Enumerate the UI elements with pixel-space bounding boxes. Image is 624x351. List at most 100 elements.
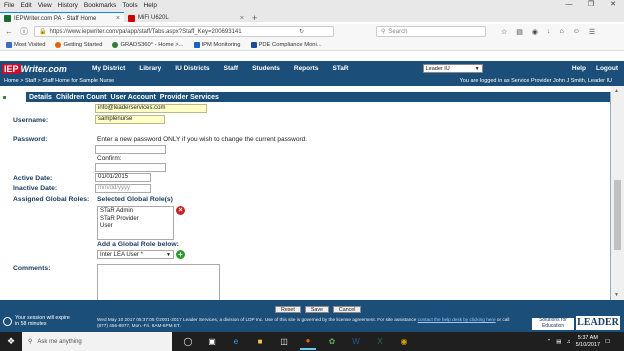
download-icon[interactable]: ↓ (547, 28, 551, 36)
nav-library[interactable]: Library (139, 65, 161, 72)
close-tab-icon[interactable]: × (116, 15, 120, 22)
windows-start-icon[interactable]: ❖ (0, 332, 22, 351)
excel-icon[interactable]: X (372, 334, 388, 350)
browser-tab-staff-home[interactable]: IEPWriter.com PA - Staff Home × (0, 12, 124, 24)
minimize-icon[interactable]: — (558, 0, 580, 10)
store-icon[interactable]: ◫ (276, 334, 292, 350)
scroll-down-icon[interactable]: ▼ (614, 292, 619, 298)
task-view-icon[interactable]: ▣ (204, 334, 220, 350)
confirm-password-field[interactable] (95, 163, 166, 172)
close-window-icon[interactable]: ✕ (602, 0, 624, 10)
cancel-button[interactable]: Cancel (332, 306, 362, 313)
right-nav: Help Logout (572, 65, 618, 72)
save-button[interactable]: Save (304, 306, 329, 313)
role-option[interactable]: STaR Admin (100, 208, 171, 216)
password-hint: Enter a new password ONLY if you wish to… (97, 136, 308, 143)
password-label: Password: (13, 136, 48, 143)
home-icon[interactable]: ⌂ (560, 28, 564, 36)
url-text: https://www.iepwriter.com/pa/app/staff/T… (49, 28, 242, 35)
sub-header: Home > Staff > Staff Home for Sample Nur… (0, 76, 624, 86)
role-option[interactable]: STaR Provider (100, 216, 171, 224)
library-icon[interactable]: ▤ (516, 28, 523, 36)
active-date-field[interactable]: 01/01/2015 (95, 173, 151, 182)
lea-select[interactable]: Leader IU ▼ (422, 64, 483, 73)
firefox-icon[interactable]: ● (300, 334, 316, 350)
file-explorer-icon[interactable]: ■ (252, 334, 268, 350)
remove-role-icon[interactable]: × (176, 206, 185, 215)
taskbar-search[interactable]: ⚲ Ask me anything (22, 332, 172, 351)
email-value: info@leaderservices.com (98, 105, 166, 111)
menu-bookmarks[interactable]: Bookmarks (84, 2, 117, 9)
reload-icon[interactable]: ↻ (299, 28, 329, 35)
sync-icon[interactable]: ☺ (573, 28, 580, 36)
username-field[interactable]: samplenurse (95, 115, 165, 124)
close-tab-icon[interactable]: × (240, 15, 244, 22)
menu-file[interactable]: File (4, 2, 14, 9)
taskbar-apps: ◯ ▣ e ■ ◫ ● ✿ W X ◉ (180, 334, 412, 350)
notifications-icon[interactable]: ☐ (605, 339, 610, 345)
menu-edit[interactable]: Edit (20, 2, 31, 9)
browser-tab-mifi[interactable]: MiFi U620L × (124, 12, 248, 24)
bookmark-label: GRADS360° - Home >... (120, 41, 184, 48)
menu-tools[interactable]: Tools (122, 2, 137, 9)
add-role-select[interactable]: Inter LEA User * ▼ (97, 250, 174, 259)
pocket-icon[interactable]: ◉ (532, 28, 538, 36)
clock[interactable]: 5:37 AM 5/10/2017 (576, 335, 600, 348)
bookmark-getting-started[interactable]: Getting Started (55, 41, 102, 48)
page-scrollbar[interactable]: ▲ ▼ (611, 86, 624, 300)
bookmark-star-icon[interactable]: ☆ (501, 28, 507, 36)
selected-roles-listbox[interactable]: STaR Admin STaR Provider User (97, 206, 174, 240)
app-icon[interactable]: ✿ (324, 334, 340, 350)
breadcrumb[interactable]: Home > Staff > Staff Home for Sample Nur… (4, 78, 114, 84)
restore-icon[interactable]: ❐ (580, 0, 602, 10)
menu-view[interactable]: View (38, 2, 52, 9)
logout-link[interactable]: Logout (596, 65, 618, 72)
nav-reports[interactable]: Reports (294, 65, 319, 72)
chrome-icon[interactable]: ◉ (396, 334, 412, 350)
email-field[interactable]: info@leaderservices.com (95, 104, 207, 113)
back-icon[interactable]: ← (4, 27, 14, 36)
ipm-icon (193, 41, 200, 48)
inactive-date-field[interactable]: mm/dd/yyyy (95, 184, 151, 193)
new-tab-icon[interactable]: + (248, 12, 261, 24)
help-desk-link[interactable]: contact the help desk by clicking here (418, 317, 496, 322)
active-date-label: Active Date: (13, 175, 53, 182)
iepwriter-logo[interactable]: IEP Writer.com (2, 62, 70, 75)
bookmark-ipm[interactable]: IPM Monitoring (193, 41, 241, 48)
lock-icon: 🔒 (39, 29, 47, 35)
nav-students[interactable]: Students (252, 65, 280, 72)
tab-children-count[interactable]: Children Count (56, 94, 107, 101)
microphone-icon[interactable]: ◯ (180, 334, 196, 350)
password-field[interactable] (95, 145, 166, 154)
nav-staff[interactable]: Staff (224, 65, 238, 72)
network-icon[interactable]: ▤ (556, 339, 561, 345)
browser-search-input[interactable]: ⚲ Search (376, 26, 486, 37)
reset-button[interactable]: Reset (275, 306, 301, 313)
bookmark-grads360[interactable]: GRADS360° - Home >... (112, 41, 184, 48)
tab-provider-services[interactable]: Provider Services (160, 94, 219, 101)
menu-help[interactable]: Help (144, 2, 157, 9)
info-icon[interactable]: ⓘ (19, 26, 29, 37)
add-role-icon[interactable]: + (176, 250, 185, 259)
role-option[interactable]: User (100, 223, 171, 231)
volume-icon[interactable]: ♫ (566, 339, 570, 345)
chevron-up-icon[interactable]: ⌃ (547, 339, 552, 345)
active-date-value: 01/01/2015 (98, 174, 129, 180)
comments-textarea[interactable] (97, 264, 220, 304)
tab-details[interactable]: Details (29, 94, 52, 101)
hamburger-menu-icon[interactable]: ☰ (589, 28, 595, 36)
nav-iu-districts[interactable]: IU Districts (175, 65, 209, 72)
bookmark-most-visited[interactable]: Most Visited (6, 41, 45, 48)
word-icon[interactable]: W (348, 334, 364, 350)
nav-my-district[interactable]: My District (92, 65, 125, 72)
scrollbar-thumb[interactable] (614, 180, 621, 250)
menu-history[interactable]: History (58, 2, 78, 9)
tab-user-account[interactable]: User Account (111, 94, 156, 101)
help-link[interactable]: Help (572, 65, 586, 72)
address-bar[interactable]: 🔒 https://www.iepwriter.com/pa/app/staff… (34, 26, 334, 37)
scroll-up-icon[interactable]: ▲ (614, 88, 619, 94)
bookmark-pde[interactable]: PDE Compliance Moni... (250, 41, 322, 48)
edge-icon[interactable]: e (228, 334, 244, 350)
username-label: Username: (13, 117, 49, 124)
nav-star[interactable]: STaR (332, 65, 348, 72)
